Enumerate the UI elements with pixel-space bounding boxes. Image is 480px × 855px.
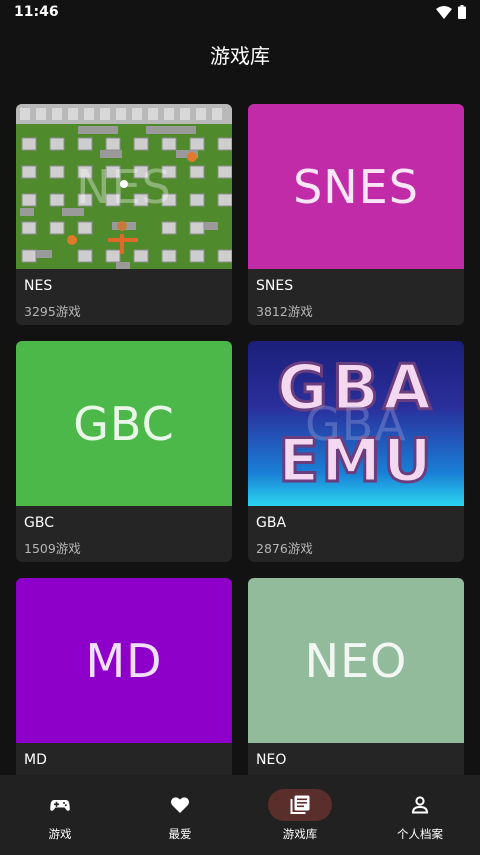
nav-label: 游戏 [48, 827, 72, 841]
console-game-count: 2876游戏 [256, 541, 313, 556]
console-game-count: 3812游戏 [256, 304, 313, 319]
nav-label: 个人档案 [397, 827, 443, 841]
heart-icon [171, 797, 189, 813]
console-cover-nes: NES [16, 104, 232, 269]
console-cover-snes: SNES [248, 104, 464, 269]
console-card-snes[interactable]: SNES SNES 3812游戏 [248, 104, 464, 325]
page-title: 游戏库 [210, 44, 270, 68]
console-cover-md: MD [16, 578, 232, 743]
console-cover-label-snes: SNES [293, 159, 419, 214]
console-grid: NES NES 3295游戏 SNES SNES 3812游戏 GBC GBC … [16, 104, 464, 775]
library-icon [290, 795, 310, 814]
console-game-count: 1509游戏 [24, 541, 81, 556]
wifi-icon [436, 5, 452, 19]
nav-item-library[interactable]: 游戏库 [240, 775, 360, 855]
nav-item-games[interactable]: 游戏 [0, 775, 120, 855]
console-game-count: 3295游戏 [24, 304, 81, 319]
console-cover-neo: NEO [248, 578, 464, 743]
status-bar: 11:46 [0, 0, 480, 26]
console-name: SNES [256, 278, 294, 294]
console-cover-gbc: GBC [16, 341, 232, 506]
console-name: MD [24, 752, 47, 768]
console-name: GBA [256, 515, 287, 531]
console-name: NEO [256, 752, 287, 768]
nav-label: 最爱 [168, 827, 192, 841]
nav-item-profile[interactable]: 个人档案 [360, 775, 480, 855]
console-cover-label-nes: NES [76, 159, 172, 214]
nav-item-favorites[interactable]: 最爱 [120, 775, 240, 855]
console-card-gba[interactable]: GBA EMU GBA GBA 2876游戏 [248, 341, 464, 562]
battery-icon [458, 5, 466, 19]
gamepad-icon [50, 800, 70, 811]
console-card-nes[interactable]: NES NES 3295游戏 [16, 104, 232, 325]
status-icons [436, 5, 466, 19]
console-cover-label-gba: GBA [305, 396, 407, 451]
console-cover-label-neo: NEO [304, 633, 408, 688]
status-time: 11:46 [14, 4, 59, 20]
console-name: NES [24, 278, 53, 294]
console-cover-gba: GBA EMU GBA [248, 341, 464, 506]
console-cover-label-md: MD [85, 633, 163, 688]
console-cover-label-gbc: GBC [73, 396, 175, 451]
person-icon [411, 796, 429, 814]
console-card-neo[interactable]: NEO NEO [248, 578, 464, 775]
bottom-navigation: 游戏 最爱 游戏库 个人档案 [0, 775, 480, 855]
console-card-md[interactable]: MD MD [16, 578, 232, 775]
nav-label: 游戏库 [282, 827, 318, 841]
console-card-gbc[interactable]: GBC GBC 1509游戏 [16, 341, 232, 562]
console-name: GBC [24, 515, 54, 531]
